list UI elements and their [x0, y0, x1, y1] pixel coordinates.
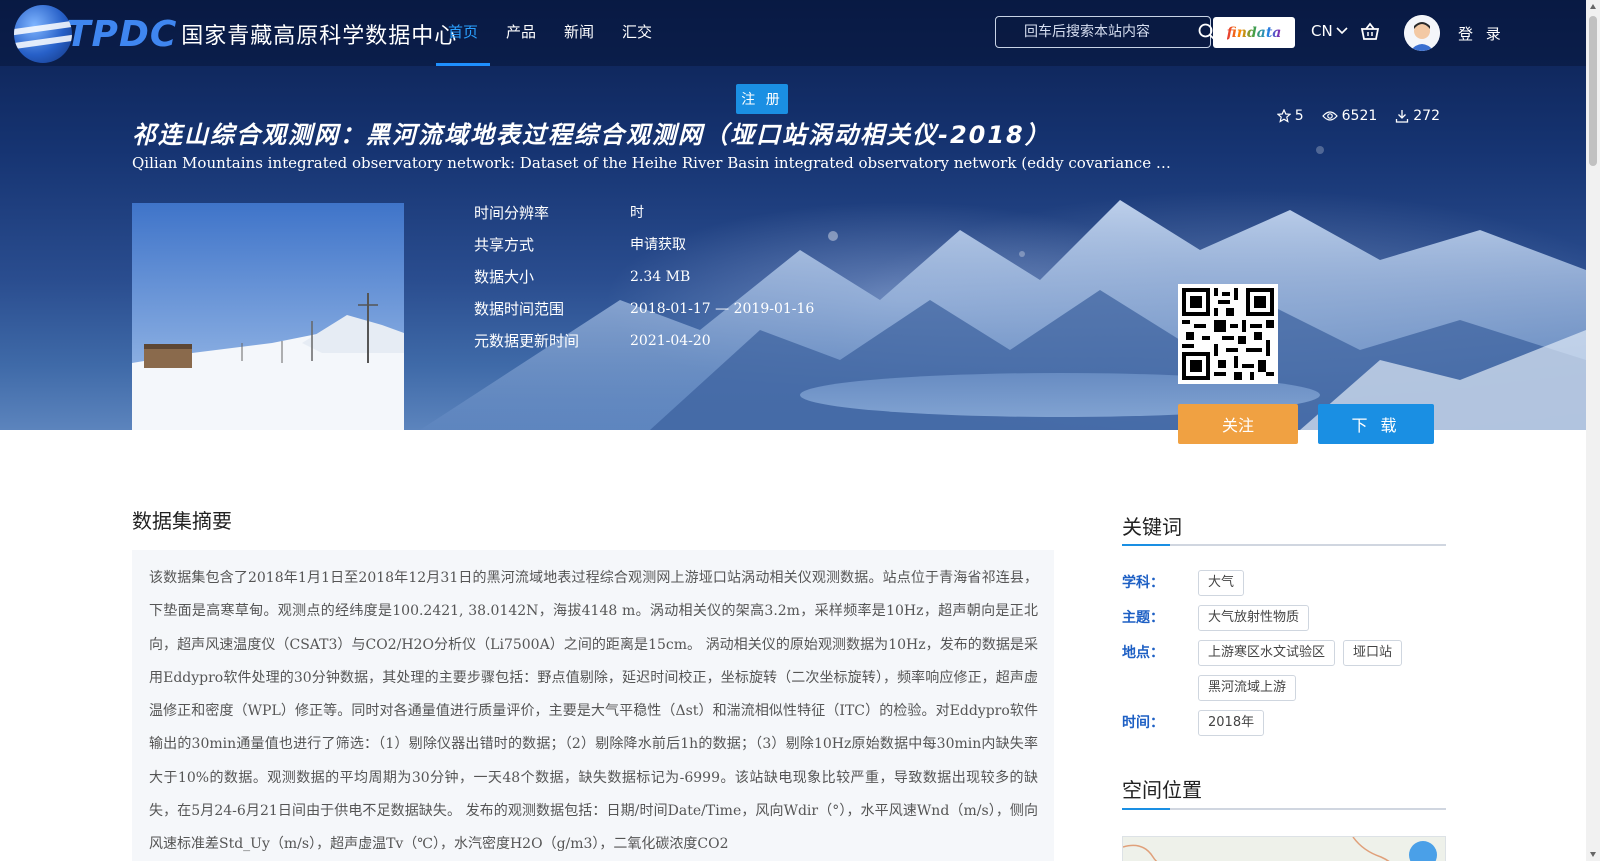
dataset-thumbnail — [132, 203, 404, 430]
nav-item-products[interactable]: 产品 — [494, 0, 548, 66]
globe-logo-icon — [14, 5, 72, 63]
dataset-meta: 时间分辨率 时 共享方式 申请获取 数据大小 2.34 MB 数据时间范围 20… — [474, 202, 814, 362]
follow-button[interactable]: 关注 — [1178, 404, 1298, 444]
dataset-stats: 5 6521 272 — [1259, 108, 1440, 124]
meta-label: 数据大小 — [474, 268, 535, 286]
keyword-row-topic: 主题： 大气放射性物质 — [1122, 605, 1448, 640]
keywords-heading: 关键词 — [1122, 515, 1182, 539]
findata-link[interactable]: findata — [1213, 17, 1295, 48]
meta-row: 数据大小 2.34 MB — [474, 266, 814, 298]
keyword-row-place: 地点： 上游寒区水文试验区 垭口站 黑河流域上游 — [1122, 640, 1448, 710]
meta-row: 共享方式 申请获取 — [474, 234, 814, 266]
meta-label: 时间分辨率 — [474, 204, 550, 222]
keywords-divider — [1122, 544, 1446, 546]
meta-value: 2.34 MB — [630, 269, 691, 285]
download-count-value: 272 — [1413, 108, 1440, 124]
top-header: TPDC 国家青藏高原科学数据中心 首页 产品 新闻 汇交 findata CN… — [0, 0, 1586, 66]
page-scrollbar[interactable] — [1586, 0, 1600, 861]
logo-letters: TPDC — [66, 13, 178, 55]
findata-label: findata — [1226, 24, 1282, 41]
meta-label: 元数据更新时间 — [474, 332, 580, 350]
keyword-row-time: 时间： 2018年 — [1122, 710, 1448, 745]
keyword-label: 地点： — [1122, 645, 1164, 661]
star-icon — [1276, 109, 1291, 123]
dataset-title-en: Qilian Mountains integrated observatory … — [132, 154, 1172, 172]
nav-item-submit[interactable]: 汇交 — [610, 0, 664, 66]
keyword-tag[interactable]: 垭口站 — [1343, 640, 1403, 666]
download-icon — [1396, 110, 1409, 123]
basket-icon[interactable] — [1360, 22, 1380, 46]
login-link[interactable]: 登 录 — [1458, 23, 1505, 44]
scroll-thumb[interactable] — [1589, 16, 1597, 166]
nav-item-home[interactable]: 首页 — [436, 0, 491, 66]
location-heading: 空间位置 — [1122, 778, 1202, 802]
view-count-value: 6521 — [1341, 108, 1378, 124]
qr-code — [1178, 284, 1278, 384]
keyword-label: 主题： — [1122, 610, 1164, 626]
keyword-tag[interactable]: 大气放射性物质 — [1198, 605, 1310, 631]
meta-value: 2018-01-17 — 2019-01-16 — [630, 301, 815, 317]
meta-value: 时 — [630, 205, 644, 221]
location-map[interactable] — [1122, 836, 1446, 861]
keyword-tag[interactable]: 上游寒区水文试验区 — [1198, 640, 1336, 666]
meta-row: 时间分辨率 时 — [474, 202, 814, 234]
star-count-value: 5 — [1294, 108, 1304, 124]
scroll-up-icon[interactable] — [1589, 3, 1597, 11]
meta-label: 共享方式 — [474, 236, 535, 254]
eye-icon — [1321, 111, 1338, 121]
register-button[interactable]: 注 册 — [736, 84, 788, 114]
meta-row: 数据时间范围 2018-01-17 — 2019-01-16 — [474, 298, 814, 330]
keyword-label: 学科： — [1122, 575, 1164, 591]
abstract-text: 该数据集包含了2018年1月1日至2018年12月31日的黑河流域地表过程综合观… — [149, 570, 1038, 853]
keyword-tag[interactable]: 2018年 — [1198, 710, 1265, 736]
view-count: 6521 — [1321, 108, 1378, 124]
user-avatar[interactable] — [1404, 15, 1440, 51]
dataset-title-cn: 祁连山综合观测网：黑河流域地表过程综合观测网（垭口站涡动相关仪-2018） — [132, 121, 1051, 149]
meta-row: 元数据更新时间 2021-04-20 — [474, 330, 814, 362]
scroll-down-icon[interactable] — [1589, 850, 1597, 858]
main-nav: 首页 产品 新闻 汇交 — [436, 0, 668, 66]
star-count[interactable]: 5 — [1276, 108, 1304, 124]
meta-value: 2021-04-20 — [630, 333, 711, 349]
logo-name: 国家青藏高原科学数据中心 — [181, 24, 458, 49]
meta-label: 数据时间范围 — [474, 300, 565, 318]
location-divider — [1122, 808, 1446, 810]
keyword-tag[interactable]: 大气 — [1198, 570, 1245, 596]
search-input[interactable] — [996, 17, 1198, 47]
download-button[interactable]: 下 载 — [1318, 404, 1434, 444]
download-count: 272 — [1395, 108, 1440, 124]
search-box — [995, 16, 1216, 48]
chevron-down-icon — [1336, 27, 1348, 35]
abstract-box: 该数据集包含了2018年1月1日至2018年12月31日的黑河流域地表过程综合观… — [132, 550, 1054, 861]
nav-item-news[interactable]: 新闻 — [552, 0, 606, 66]
keyword-tag[interactable]: 黑河流域上游 — [1198, 675, 1297, 701]
abstract-heading: 数据集摘要 — [132, 509, 232, 533]
language-switcher[interactable]: CN — [1311, 22, 1349, 40]
meta-value: 申请获取 — [630, 237, 686, 253]
keyword-row-discipline: 学科： 大气 — [1122, 570, 1448, 605]
keyword-label: 时间： — [1122, 715, 1164, 731]
language-label: CN — [1311, 22, 1333, 40]
site-logo[interactable]: TPDC 国家青藏高原科学数据中心 — [14, 4, 457, 64]
